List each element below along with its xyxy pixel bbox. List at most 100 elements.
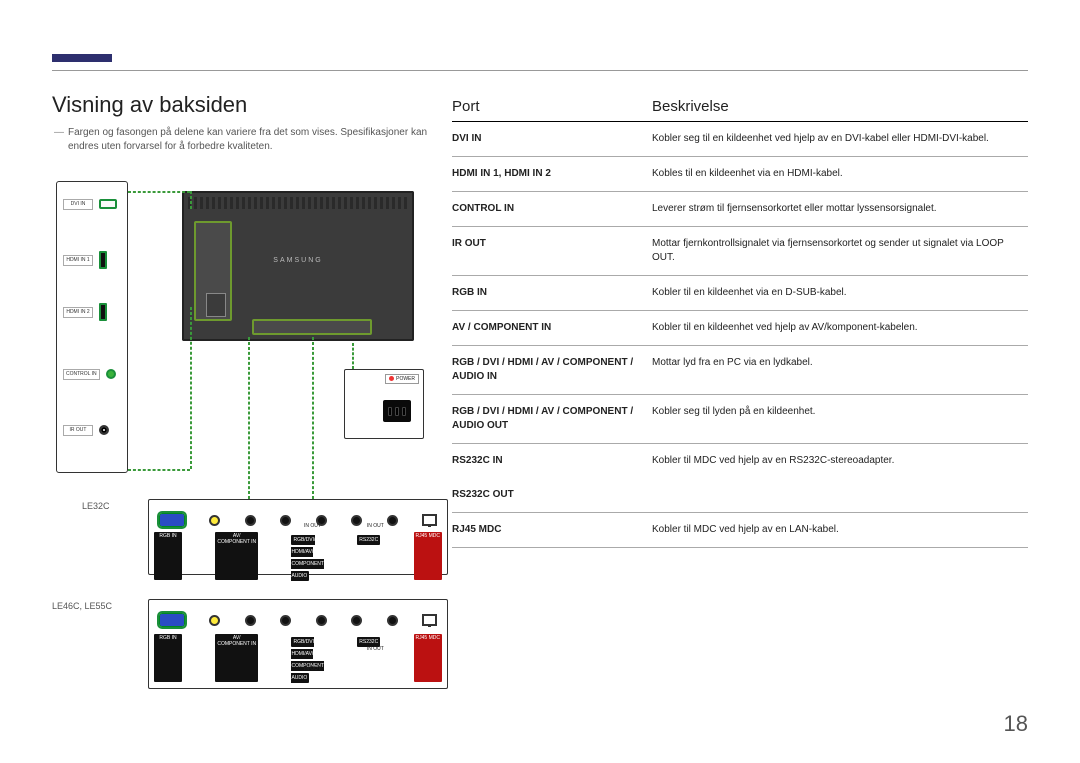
label-ir-out: IR OUT (63, 425, 93, 436)
vga-port-icon (159, 513, 185, 527)
dashed-leader (248, 337, 250, 499)
rj45-port-icon (422, 514, 437, 526)
accent-bar (52, 54, 112, 62)
dashed-leader (352, 343, 354, 369)
table-row: CONTROL IN Leverer strøm til fjernsensor… (452, 192, 1028, 227)
port-name: DVI IN (452, 132, 652, 146)
port-label-audio: RGB/DVI/ HDMI/AV/ COMPONENT AUDIO (291, 535, 324, 581)
hdmi-port-icon (99, 303, 107, 321)
table-header-port: Port (452, 98, 652, 115)
page-number: 18 (1004, 711, 1028, 737)
table-row: RJ45 MDC Kobler til MDC ved hjelp av en … (452, 513, 1028, 548)
left-column: Visning av baksiden Fargen og fasongen p… (52, 92, 432, 693)
jack-green-icon (106, 369, 116, 379)
model-label-le32c: LE32C (82, 501, 110, 511)
port-name: IR OUT (452, 237, 652, 265)
port-label-av-component-in: AV/ COMPONENT IN (215, 532, 258, 580)
port-name: RGB / DVI / HDMI / AV / COMPONENT / AUDI… (452, 356, 652, 384)
port-label-in-out: IN OUT (291, 523, 333, 529)
port-name: RGB IN (452, 286, 652, 300)
table-row: IR OUT Mottar fjernkontrollsignalet via … (452, 227, 1028, 276)
rca-yellow-icon (209, 515, 220, 526)
page-title: Visning av baksiden (52, 92, 432, 118)
dashed-leader (128, 469, 190, 471)
table-row: RS232C OUT (452, 478, 1028, 513)
port-name: RGB / DVI / HDMI / AV / COMPONENT / AUDI… (452, 405, 652, 433)
note-text: Fargen og fasongen på delene kan variere… (68, 126, 432, 153)
port-label-av-component-in: AV/ COMPONENT IN (215, 634, 258, 682)
rear-figure: DVI IN HDMI IN 1 HDMI IN 2 CONTROL IN IR… (52, 173, 432, 693)
vent-texture (188, 197, 408, 209)
table-header-desc: Beskrivelse (652, 98, 1028, 115)
port-desc: Mottar fjernkontrollsignalet via fjernse… (652, 237, 1028, 265)
rca-black-icon (245, 515, 256, 526)
jack-white-icon (99, 425, 109, 435)
port-label-rgb-in: RGB IN (154, 634, 182, 682)
port-desc: Kobler til en kildeenhet ved hjelp av AV… (652, 321, 1028, 335)
table-header-row: Port Beskrivelse (452, 98, 1028, 122)
dashed-leader (128, 191, 190, 193)
port-desc: Mottar lyd fra en PC via en lydkabel. (652, 356, 1028, 384)
table-row: RGB IN Kobler til en kildeenhet via en D… (452, 276, 1028, 311)
rca-black-icon (280, 615, 291, 626)
power-module: POWER (344, 369, 424, 439)
port-label-rj45-mdc: RJ45 MDC (414, 634, 442, 682)
port-label-audio: RGB/DVI HDMI/AV/ COMPONENT AUDIO (291, 637, 324, 683)
port-name: RJ45 MDC (452, 523, 652, 537)
table-row: RGB / DVI / HDMI / AV / COMPONENT / AUDI… (452, 395, 1028, 444)
port-desc: Kobler til MDC ved hjelp av en RS232C-st… (652, 454, 1028, 468)
port-name: AV / COMPONENT IN (452, 321, 652, 335)
hdmi-port-icon (99, 251, 107, 269)
rca-black-icon (316, 615, 327, 626)
label-hdmi-in-1: HDMI IN 1 (63, 255, 93, 266)
brand-logo: SAMSUNG (273, 257, 322, 264)
top-rule (52, 70, 1028, 71)
bottom-port-panel-le46-55c: RGB IN AV/ COMPONENT IN RGB/DVI HDMI/AV/… (148, 599, 448, 689)
dashed-leader (312, 337, 314, 499)
port-desc: Kobles til en kildeenhet via en HDMI-kab… (652, 167, 1028, 181)
power-indicator: POWER (385, 374, 419, 384)
port-label-in-out: IN OUT (291, 666, 333, 672)
port-desc: Leverer strøm til fjernsensorkortet elle… (652, 202, 1028, 216)
table-row: AV / COMPONENT IN Kobler til en kildeenh… (452, 311, 1028, 346)
rca-black-icon (280, 515, 291, 526)
label-dvi-in: DVI IN (63, 199, 93, 210)
port-name: CONTROL IN (452, 202, 652, 216)
label-control-in: CONTROL IN (63, 369, 100, 380)
table-row: RGB / DVI / HDMI / AV / COMPONENT / AUDI… (452, 346, 1028, 395)
bottom-port-panel-le32c: RGB IN AV/ COMPONENT IN IN OUT RGB/DVI/ … (148, 499, 448, 575)
port-table: Port Beskrivelse DVI IN Kobler seg til e… (452, 92, 1028, 548)
dashed-leader (190, 307, 192, 469)
port-desc: Kobler seg til lyden på en kildeenhet. (652, 405, 1028, 433)
dvi-port-icon (99, 199, 117, 209)
port-desc: Kobler til en kildeenhet via en D-SUB-ka… (652, 286, 1028, 300)
rca-black-icon (387, 615, 398, 626)
port-desc (652, 488, 1028, 502)
label-hdmi-in-2: HDMI IN 2 (63, 307, 93, 318)
rear-bottom-slot-highlight (252, 319, 372, 335)
iec-socket-icon (383, 400, 411, 422)
rear-side-slot-highlight (194, 221, 232, 321)
rca-black-icon (351, 615, 362, 626)
port-name: HDMI IN 1, HDMI IN 2 (452, 167, 652, 181)
table-row: HDMI IN 1, HDMI IN 2 Kobles til en kilde… (452, 157, 1028, 192)
rj45-port-icon (422, 614, 437, 626)
page-body: Visning av baksiden Fargen og fasongen p… (52, 92, 1028, 733)
port-desc: Kobler til MDC ved hjelp av en LAN-kabel… (652, 523, 1028, 537)
side-port-panel: DVI IN HDMI IN 1 HDMI IN 2 CONTROL IN IR… (56, 181, 128, 473)
port-name: RS232C OUT (452, 488, 652, 502)
model-label-le46-55c: LE46C, LE55C (52, 601, 112, 611)
rca-yellow-icon (209, 615, 220, 626)
monitor-rear-view: SAMSUNG (182, 191, 414, 341)
table-row: DVI IN Kobler seg til en kildeenhet ved … (452, 122, 1028, 157)
port-label-in-out: IN OUT (357, 523, 393, 529)
rca-black-icon (245, 615, 256, 626)
dashed-leader (190, 191, 192, 209)
port-label-rs232c: RS232C (357, 535, 380, 545)
port-desc: Kobler seg til en kildeenhet ved hjelp a… (652, 132, 1028, 146)
port-name: RS232C IN (452, 454, 652, 468)
port-label-rgb-in: RGB IN (154, 532, 182, 580)
vga-port-icon (159, 613, 185, 627)
port-label-in-out: IN OUT (357, 646, 393, 652)
table-row: RS232C IN Kobler til MDC ved hjelp av en… (452, 444, 1028, 478)
